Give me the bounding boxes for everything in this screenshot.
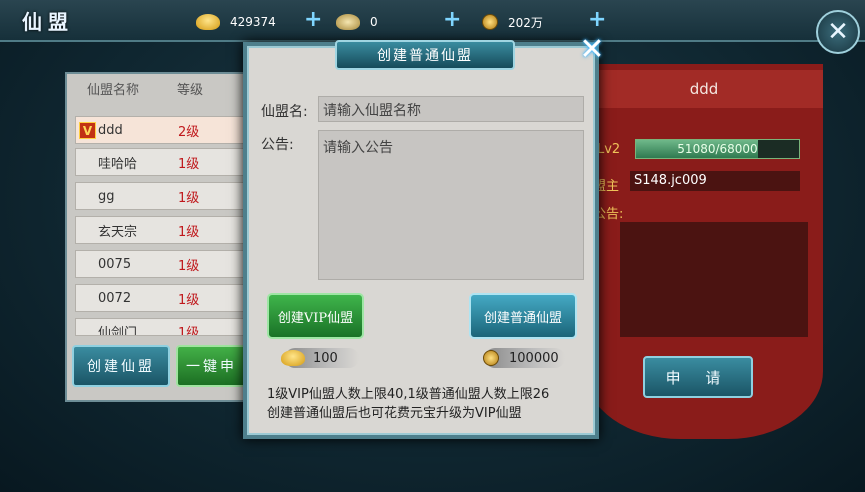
create-alliance-dialog: 创建普通仙盟 ✕ 仙盟名: 请输入仙盟名称 公告: 请输入公告 创建VIP仙盟 … [243, 32, 605, 439]
alliance-row[interactable]: 0075 1级 [75, 250, 251, 278]
detail-alliance-name: ddd [585, 70, 823, 108]
leader-value: S148.jc009 [630, 171, 800, 191]
detail-level-label: Lv2 [597, 142, 621, 157]
game-screen: 仙盟 429374 + 0 + 202万 + ✕ 仙盟名称 等级 V ddd 2… [0, 0, 865, 492]
name-field-label: 仙盟名: [261, 104, 308, 120]
quick-apply-button[interactable]: 一键申 [176, 345, 248, 387]
create-vip-alliance-button[interactable]: 创建VIP仙盟 [267, 293, 364, 339]
alliance-level: 2级 [178, 124, 200, 140]
alliance-name: 玄天宗 [98, 224, 138, 240]
alliance-row[interactable]: V ddd 2级 [75, 116, 251, 144]
close-window-button[interactable]: ✕ [816, 10, 860, 54]
close-icon: ✕ [827, 17, 849, 47]
description-line-2: 创建普通仙盟后也可花费元宝升级为VIP仙盟 [267, 406, 522, 421]
alliance-level: 1级 [178, 326, 200, 336]
normal-cost: 100000 [483, 348, 565, 368]
add-gold-button[interactable]: + [304, 7, 322, 32]
add-silver-button[interactable]: + [443, 7, 461, 32]
alliance-row[interactable]: 仙剑门 1级 [75, 318, 251, 336]
coin-resource: 202万 [482, 12, 598, 32]
alliance-row[interactable]: gg 1级 [75, 182, 251, 210]
column-header-level: 等级 [177, 82, 204, 98]
close-icon: ✕ [579, 31, 605, 67]
window-title: 仙盟 [22, 10, 74, 34]
column-header-name: 仙盟名称 [87, 82, 140, 98]
silver-ingot-icon [336, 14, 360, 30]
exp-progress-bar: 51080/68000 [635, 139, 800, 159]
alliance-row[interactable]: 哇哈哈 1级 [75, 148, 251, 176]
apply-button[interactable]: 申 请 [643, 356, 753, 398]
alliance-level: 1级 [178, 190, 200, 206]
alliance-name: 哇哈哈 [98, 156, 138, 172]
alliance-name: gg [98, 188, 115, 204]
description-line-1: 1级VIP仙盟人数上限40,1级普通仙盟人数上限26 [267, 387, 550, 402]
coin-icon [483, 350, 499, 366]
notice-field-label: 公告: [261, 137, 294, 153]
notice-textarea[interactable]: 请输入公告 [318, 130, 584, 280]
exp-text: 51080/68000 [677, 142, 758, 156]
silver-resource: 0 [336, 12, 460, 32]
vip-cost-value: 100 [313, 350, 338, 366]
detail-notice-box [620, 222, 808, 337]
coin-value: 202万 [508, 15, 543, 30]
alliance-detail-panel: ddd Lv2 51080/68000 盟主 S148.jc009 公告: 申 … [585, 64, 823, 439]
alliance-row[interactable]: 0072 1级 [75, 284, 251, 312]
dialog-title: 创建普通仙盟 [335, 40, 515, 70]
vip-cost: 100 [281, 348, 359, 368]
list-header: 仙盟名称 等级 [67, 74, 253, 102]
alliance-name-input[interactable]: 请输入仙盟名称 [318, 96, 584, 122]
alliance-name: 0075 [98, 256, 132, 272]
top-bar: 仙盟 429374 + 0 + 202万 + [0, 0, 865, 42]
gold-ingot-icon [196, 14, 220, 30]
alliance-level: 1级 [178, 258, 200, 274]
alliance-level: 1级 [178, 292, 200, 308]
coin-icon [482, 14, 498, 30]
dialog-close-button[interactable]: ✕ [575, 31, 609, 67]
add-coin-button[interactable]: + [588, 7, 606, 32]
gold-resource: 429374 [196, 12, 320, 32]
create-alliance-button[interactable]: 创建仙盟 [72, 345, 170, 387]
alliance-row[interactable]: 玄天宗 1级 [75, 216, 251, 244]
alliance-level: 1级 [178, 224, 200, 240]
vip-badge-icon: V [79, 122, 96, 139]
alliance-name: 0072 [98, 290, 132, 306]
create-normal-alliance-button[interactable]: 创建普通仙盟 [469, 293, 577, 339]
alliance-level: 1级 [178, 156, 200, 172]
normal-cost-value: 100000 [509, 350, 559, 366]
gold-ingot-icon [281, 350, 305, 366]
alliance-name: 仙剑门 [98, 326, 138, 336]
